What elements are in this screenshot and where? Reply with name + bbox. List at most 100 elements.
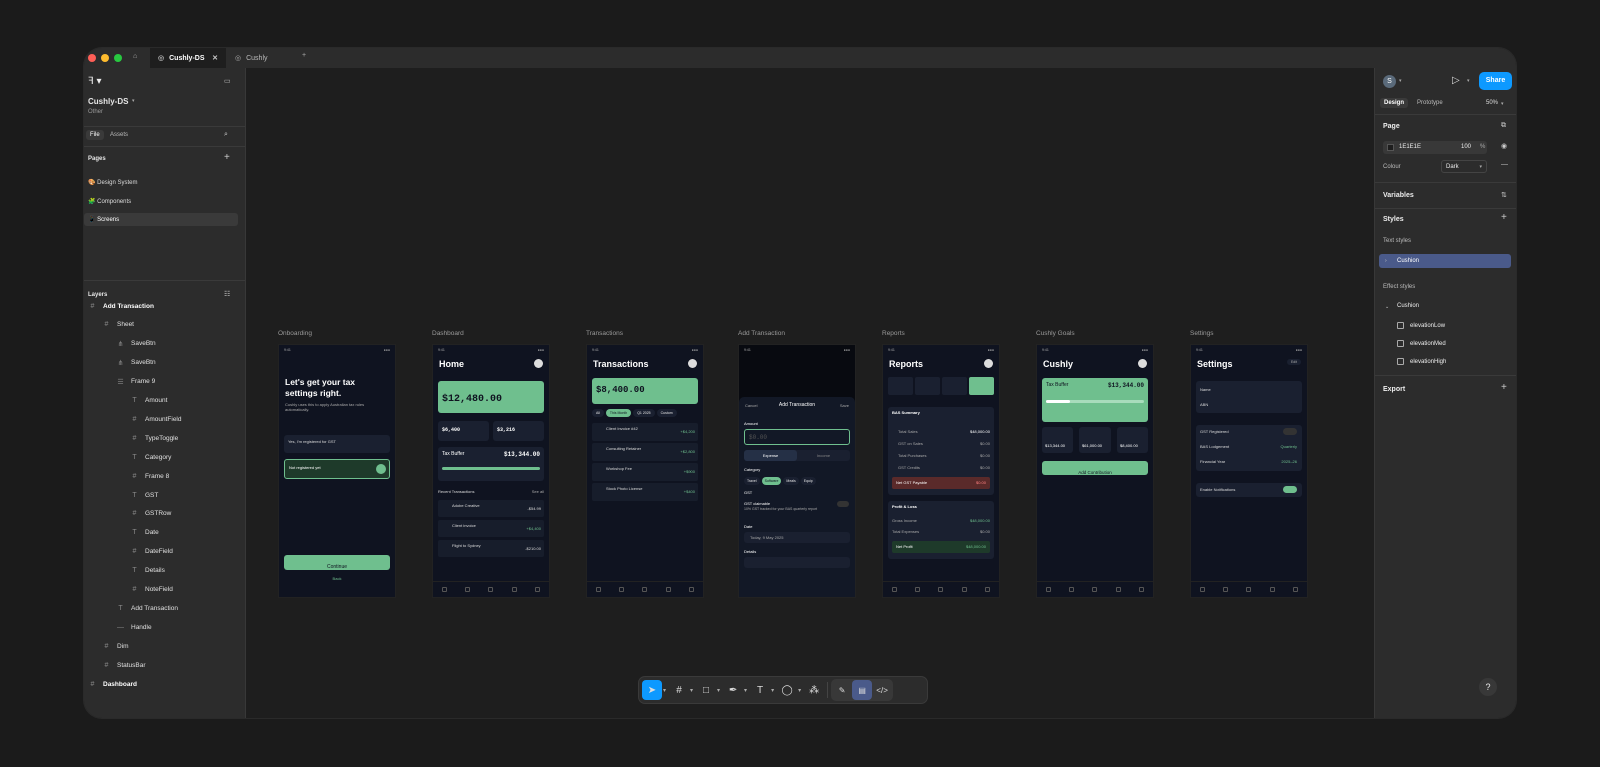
add-icon[interactable] xyxy=(688,359,697,368)
quarter-option[interactable] xyxy=(888,377,913,395)
dev-mode-icon[interactable]: </> xyxy=(872,680,892,700)
quarter-option[interactable] xyxy=(915,377,940,395)
layer-item[interactable]: # GSTRow xyxy=(130,508,172,520)
frame-onboarding[interactable]: 9:41 ●●● Let's get your tax settings righ… xyxy=(278,344,396,598)
add-page-icon[interactable]: + xyxy=(224,152,230,163)
avatar[interactable] xyxy=(1138,359,1147,368)
chevron-down-icon[interactable]: ▾ xyxy=(1467,78,1470,84)
actions-tool-icon[interactable]: ⁂ xyxy=(804,680,824,700)
layer-item[interactable]: T Details xyxy=(130,565,165,577)
canvas[interactable]: Onboarding 9:41 ●●● Let's get your tax se… xyxy=(246,68,1374,718)
gst-toggle[interactable] xyxy=(1283,428,1297,435)
chip[interactable]: Travel xyxy=(744,477,760,485)
text-style-item-cushion[interactable]: › Cushion xyxy=(1379,254,1511,268)
color-swatch[interactable] xyxy=(1387,144,1394,151)
gst-toggle[interactable] xyxy=(837,501,849,507)
layer-item[interactable]: # Dashboard xyxy=(88,678,137,690)
layer-item[interactable]: # AmountField xyxy=(130,413,182,425)
tab-assets[interactable]: Assets xyxy=(110,132,128,138)
date-field[interactable]: Today, 9 May 2025 xyxy=(744,532,850,543)
chevron-down-icon[interactable]: ▾ xyxy=(690,687,693,694)
colour-select[interactable]: Dark ▾ xyxy=(1441,160,1487,173)
chevron-down-icon[interactable]: ▾ xyxy=(798,687,801,694)
comment-tool-icon[interactable]: ◯ xyxy=(777,680,797,700)
share-button[interactable]: Share xyxy=(1479,72,1512,90)
home-icon[interactable]: ⌂ xyxy=(133,53,137,60)
effect-group-cushion[interactable]: Cushion xyxy=(1397,303,1419,309)
save-button[interactable]: Save xyxy=(840,403,849,408)
tab-cushly-ds[interactable]: ◎ Cushly-DS ✕ xyxy=(150,48,226,68)
close-tab-icon[interactable]: ✕ xyxy=(212,54,218,62)
frame-add-transaction[interactable]: 9:41 ●●● Cancel Add Transaction Save Amou… xyxy=(738,344,856,598)
amount-field[interactable]: $0.00 xyxy=(744,429,850,445)
layer-item[interactable]: T Add Transaction xyxy=(116,602,178,614)
chevron-down-icon[interactable]: ▾ xyxy=(744,687,747,694)
notifications-toggle[interactable] xyxy=(1283,486,1297,493)
tab-file[interactable]: File xyxy=(86,130,104,140)
quarter-option[interactable] xyxy=(969,377,994,395)
frame-dashboard[interactable]: 9:41 ●●● Home $12,480.00 $6,400 $3,216 Ta… xyxy=(432,344,550,598)
frame-tool-icon[interactable]: # xyxy=(669,680,689,700)
list-item[interactable]: Flight to Sydney -$210.00 xyxy=(438,540,544,557)
minimize-window-button[interactable] xyxy=(101,54,109,62)
figma-menu-icon[interactable]: ꟻ ▾ xyxy=(88,76,102,87)
layer-item[interactable]: T Category xyxy=(130,451,171,463)
sidebar-toggle-icon[interactable]: ▭ xyxy=(224,77,231,85)
frame-label-onboarding[interactable]: Onboarding xyxy=(278,330,312,337)
page-color-input[interactable]: 1E1E1E 100 % xyxy=(1383,141,1487,154)
variables-icon[interactable]: ⇅ xyxy=(1501,191,1507,199)
frame-label-transactions[interactable]: Transactions xyxy=(586,330,623,337)
chevron-down-icon[interactable]: ▾ xyxy=(663,687,666,694)
layer-item[interactable]: T Date xyxy=(130,527,158,539)
file-name[interactable]: Cushly-DS xyxy=(88,97,128,106)
layer-item[interactable]: — Handle xyxy=(116,621,152,633)
page-item-design-system[interactable]: 🎨 Design System xyxy=(88,179,138,186)
frame-transactions[interactable]: 9:41 ●●● Transactions $8,400.00 All This … xyxy=(586,344,704,598)
new-tab-button[interactable]: + xyxy=(302,52,306,59)
layer-item[interactable]: T Amount xyxy=(130,395,167,407)
layer-item[interactable]: # TypeToggle xyxy=(130,432,179,444)
chip[interactable]: All xyxy=(592,409,604,417)
list-item[interactable]: Client invoice +$4,400 xyxy=(438,520,544,537)
chevron-down-icon[interactable]: ▾ xyxy=(1399,78,1402,84)
chevron-down-icon[interactable]: ▾ xyxy=(771,687,774,694)
avatar[interactable] xyxy=(534,359,543,368)
frame-settings[interactable]: 9:41 ●●● Settings Edit Name ABN GST Regis… xyxy=(1190,344,1308,598)
type-toggle[interactable]: Expense Income xyxy=(744,450,850,461)
effect-style-item[interactable]: elevationMed xyxy=(1397,340,1446,347)
note-field[interactable] xyxy=(744,557,850,568)
rectangle-tool-icon[interactable]: □ xyxy=(696,680,716,700)
chevron-down-icon[interactable]: ▾ xyxy=(132,98,135,104)
export-icon[interactable] xyxy=(984,359,993,368)
layer-item[interactable]: # Frame 8 xyxy=(130,470,170,482)
tab-cushly[interactable]: ◎ Cushly xyxy=(227,48,297,68)
chevron-down-icon[interactable]: ▾ xyxy=(717,687,720,694)
page-item-screens[interactable]: 📱 Screens xyxy=(84,213,238,226)
add-export-icon[interactable]: + xyxy=(1501,382,1507,393)
frame-label-reports[interactable]: Reports xyxy=(882,330,905,337)
chip[interactable]: Equip xyxy=(800,477,816,485)
design-mode-icon[interactable]: ▤ xyxy=(852,680,873,700)
back-link[interactable]: Back xyxy=(279,576,395,581)
pen-tool-icon[interactable]: ✒ xyxy=(723,680,743,700)
edit-button[interactable]: Edit xyxy=(1286,359,1301,365)
zoom-level[interactable]: 50% xyxy=(1486,100,1498,106)
layer-item[interactable]: # Add Transaction xyxy=(84,300,238,312)
layer-item[interactable]: # Sheet xyxy=(102,319,134,331)
tab-prototype[interactable]: Prototype xyxy=(1417,100,1443,106)
list-item[interactable]: Client Invoice #42 +$4,200 xyxy=(592,423,698,441)
frame-label-add-transaction[interactable]: Add Transaction xyxy=(738,330,785,337)
maximize-window-button[interactable] xyxy=(114,54,122,62)
frame-label-cushly-goals[interactable]: Cushly Goals xyxy=(1036,330,1075,337)
layers-options-icon[interactable]: ☷ xyxy=(224,290,230,298)
option-not-registered[interactable]: Not registered yet xyxy=(284,459,390,479)
list-item[interactable]: Stock Photo License +$400 xyxy=(592,483,698,501)
layer-item[interactable]: ⋔ SaveBtn xyxy=(116,357,156,369)
effect-style-item[interactable]: elevationLow xyxy=(1397,322,1445,329)
list-item[interactable]: Consulting Retainer +$2,800 xyxy=(592,443,698,461)
page-item-components[interactable]: 🧩 Components xyxy=(88,198,131,205)
frame-label-dashboard[interactable]: Dashboard xyxy=(432,330,464,337)
continue-button[interactable]: Continue xyxy=(284,555,390,570)
add-style-icon[interactable]: + xyxy=(1501,212,1507,223)
local-styles-icon[interactable]: ⧉ xyxy=(1501,122,1506,130)
